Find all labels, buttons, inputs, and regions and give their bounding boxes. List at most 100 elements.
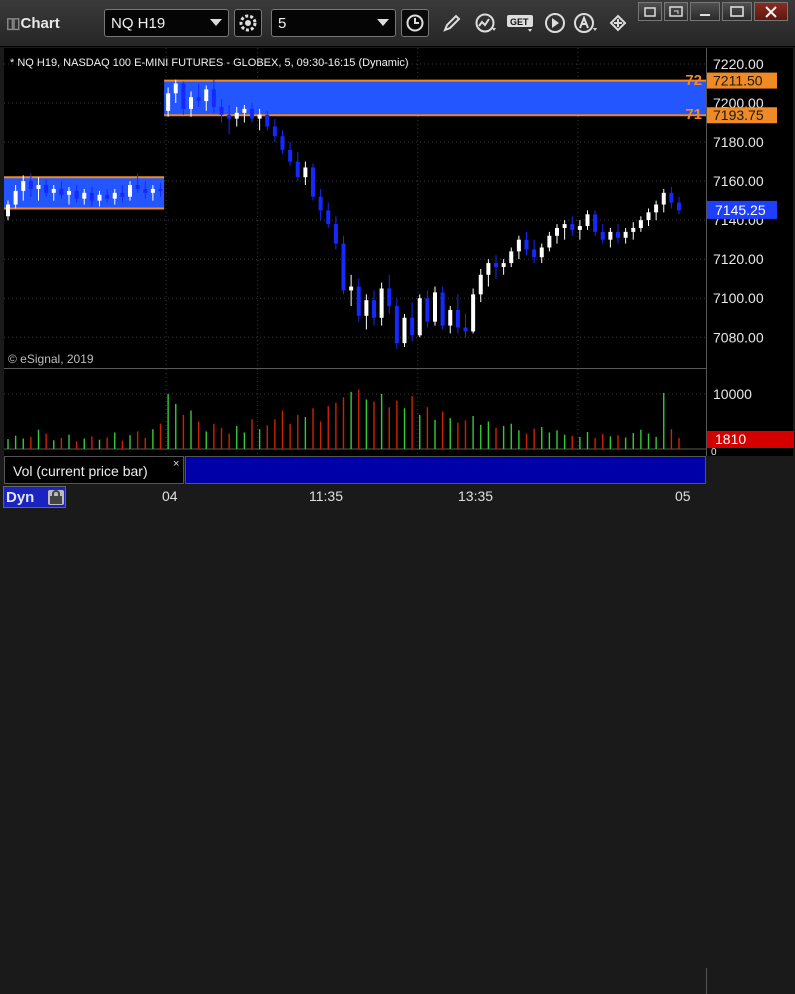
candle-up[interactable] [150, 188, 155, 193]
candle-up[interactable] [204, 89, 209, 102]
candle-down[interactable] [250, 108, 254, 119]
volume-pane[interactable] [4, 369, 706, 456]
candle-down[interactable] [677, 202, 681, 211]
candle-down[interactable] [425, 298, 430, 322]
candle-up[interactable] [478, 274, 483, 295]
time-axis[interactable]: Dyn 04 11:35 13:35 05 [0, 484, 795, 994]
candle-down[interactable] [494, 263, 498, 268]
candle-up[interactable] [577, 226, 582, 230]
minimize-button[interactable] [690, 2, 720, 21]
interval-selector[interactable]: 5 [271, 9, 396, 37]
candle-down[interactable] [326, 210, 331, 225]
candle-down[interactable] [158, 188, 163, 191]
candle-down[interactable] [318, 196, 323, 211]
candle-down[interactable] [181, 83, 186, 109]
candle-up[interactable] [661, 192, 666, 205]
alerts-button[interactable] [572, 9, 600, 37]
candle-down[interactable] [211, 89, 216, 107]
candle-down[interactable] [524, 239, 529, 250]
play-button[interactable] [541, 9, 569, 37]
candle-down[interactable] [265, 114, 270, 127]
candle-down[interactable] [280, 136, 285, 150]
candle-up[interactable] [486, 263, 491, 275]
candle-up[interactable] [242, 108, 247, 113]
candle-down[interactable] [295, 161, 300, 178]
studies-button[interactable] [472, 9, 500, 37]
candle-down[interactable] [463, 327, 468, 332]
candle-up[interactable] [585, 214, 590, 227]
get-data-button[interactable]: GET [506, 9, 538, 37]
candle-down[interactable] [532, 249, 537, 258]
candle-down[interactable] [372, 300, 376, 318]
candle-down[interactable] [196, 97, 201, 102]
link-button[interactable] [604, 9, 632, 37]
candle-up[interactable] [173, 83, 178, 94]
candle-up[interactable] [501, 263, 506, 268]
price-axis[interactable]: 7220.00 7200.00 7180.00 7160.00 7140.00 7120.… [706, 48, 794, 458]
candle-up[interactable] [562, 224, 567, 228]
candle-up[interactable] [36, 185, 41, 189]
candle-up[interactable] [21, 181, 26, 191]
candle-down[interactable] [410, 317, 415, 336]
price-chart-pane[interactable]: * NQ H19, NASDAQ 100 E-MINI FUTURES - GL… [4, 48, 706, 368]
candle-down[interactable] [311, 167, 315, 197]
candle-up[interactable] [547, 235, 552, 248]
candle-down[interactable] [227, 114, 232, 119]
candle-up[interactable] [402, 317, 407, 344]
dynamic-mode-button[interactable]: Dyn [3, 486, 66, 508]
candle-down[interactable] [74, 190, 79, 199]
candle-up[interactable] [97, 194, 102, 201]
candle-up[interactable] [234, 112, 239, 119]
candle-down[interactable] [356, 286, 361, 316]
candle-down[interactable] [455, 309, 460, 328]
candle-up[interactable] [631, 227, 636, 232]
volume-study-label[interactable]: Vol (current price bar) × [4, 456, 184, 484]
candle-down[interactable] [616, 231, 620, 238]
restore-button[interactable] [664, 2, 688, 21]
price-chart[interactable]: * NQ H19, NASDAQ 100 E-MINI FUTURES - GL… [4, 48, 706, 368]
draw-tools-button[interactable] [438, 9, 466, 37]
candle-up[interactable] [509, 251, 514, 264]
candle-up[interactable] [448, 309, 453, 326]
candle-up[interactable] [257, 114, 262, 119]
candle-up[interactable] [51, 188, 56, 193]
candle-up[interactable] [433, 292, 437, 322]
candle-up[interactable] [555, 227, 559, 236]
candle-down[interactable] [333, 224, 338, 244]
candle-up[interactable] [13, 190, 18, 205]
candle-down[interactable] [570, 224, 575, 230]
candle-up[interactable] [646, 212, 651, 221]
candle-up[interactable] [623, 231, 628, 238]
candle-up[interactable] [654, 204, 659, 213]
candle-down[interactable] [600, 231, 605, 240]
candle-up[interactable] [6, 204, 10, 217]
minimize-pin-button[interactable] [638, 2, 662, 21]
candle-down[interactable] [341, 243, 346, 291]
candle-up[interactable] [303, 167, 308, 178]
candle-up[interactable] [67, 190, 71, 195]
candle-up[interactable] [417, 298, 422, 336]
candle-down[interactable] [288, 149, 293, 162]
drag-grip-icon[interactable]: ▯▯ [6, 15, 20, 32]
time-settings-button[interactable] [401, 9, 429, 37]
candle-down[interactable] [394, 306, 399, 344]
volume-chart[interactable] [4, 369, 706, 456]
candle-up[interactable] [349, 286, 354, 291]
candle-up[interactable] [471, 294, 476, 332]
candle-down[interactable] [44, 185, 49, 193]
candle-down[interactable] [135, 185, 140, 189]
candle-down[interactable] [440, 292, 445, 326]
symbol-selector[interactable]: NQ H19 [104, 9, 229, 37]
candle-up[interactable] [112, 192, 117, 199]
candle-down[interactable] [59, 188, 64, 195]
candle-up[interactable] [364, 300, 369, 316]
candle-up[interactable] [608, 231, 613, 240]
symbol-settings-button[interactable] [234, 9, 262, 37]
candle-up[interactable] [638, 220, 643, 228]
candle-down[interactable] [120, 192, 125, 197]
candle-up[interactable] [539, 247, 544, 258]
close-study-icon[interactable]: × [173, 458, 179, 470]
candle-down[interactable] [593, 214, 598, 232]
candle-up[interactable] [166, 93, 171, 111]
candle-up[interactable] [189, 97, 193, 109]
